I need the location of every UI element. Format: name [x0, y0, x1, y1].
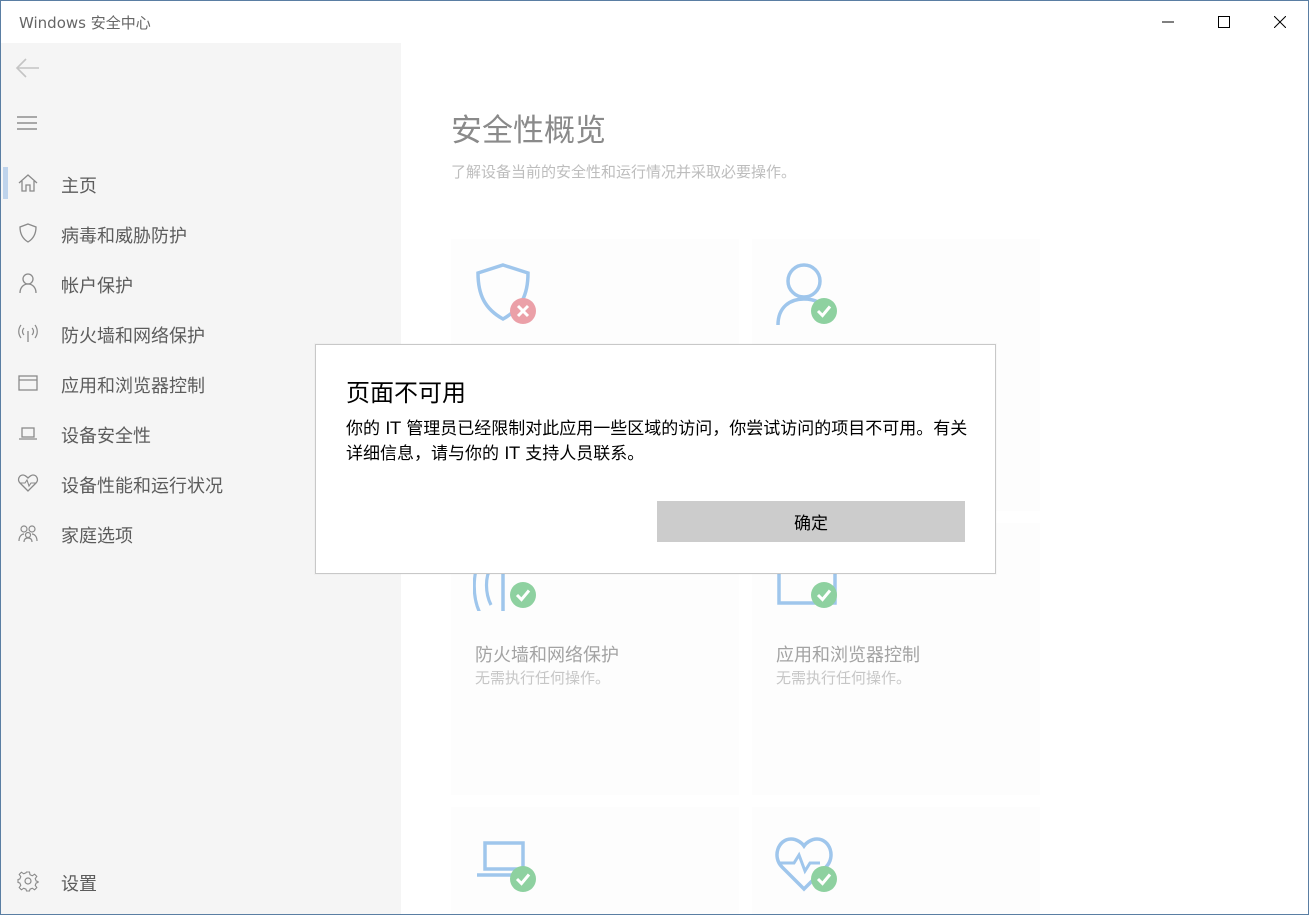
page-unavailable-dialog: 页面不可用 你的 IT 管理员已经限制对此应用一些区域的访问，你尝试访问的项目不… [315, 344, 996, 574]
sidebar-item-label: 设备性能和运行状况 [61, 476, 223, 497]
dialog-title: 页面不可用 [346, 379, 466, 407]
sidebar-item-label: 帐户保护 [61, 276, 133, 297]
sidebar-item-virus-protection[interactable]: 病毒和威胁防护 [1, 211, 401, 255]
sidebar-item-account-protection[interactable]: 帐户保护 [1, 261, 401, 305]
page-title: 安全性概览 [451, 113, 606, 149]
shield-error-icon [476, 263, 536, 324]
tile-status: 无需执行任何操作。 [776, 669, 912, 687]
heart-pulse-check-icon [775, 837, 837, 892]
sidebar-item-label: 设置 [61, 874, 97, 895]
minimize-icon [1162, 21, 1174, 23]
window-title: Windows 安全中心 [19, 14, 151, 32]
sidebar-item-label: 设备安全性 [61, 426, 151, 447]
shield-icon [19, 223, 37, 243]
maximize-icon [1218, 16, 1230, 28]
back-arrow-icon[interactable] [15, 57, 41, 79]
tile-title: 防火墙和网络保护 [475, 645, 619, 666]
sidebar-item-label: 家庭选项 [61, 526, 133, 547]
person-check-icon [776, 263, 837, 326]
close-icon [1274, 16, 1286, 28]
home-icon [18, 174, 38, 192]
sidebar-item-home[interactable]: 主页 [1, 161, 401, 205]
page-subtitle: 了解设备当前的安全性和运行情况并采取必要操作。 [451, 163, 797, 181]
tile-device-security[interactable] [451, 807, 739, 914]
sidebar-item-label: 病毒和威胁防护 [61, 226, 187, 247]
family-icon [18, 525, 38, 543]
laptop-icon [19, 427, 37, 440]
sidebar-item-label: 应用和浏览器控制 [61, 376, 205, 397]
maximize-button[interactable] [1196, 1, 1252, 43]
close-button[interactable] [1252, 1, 1308, 43]
dialog-message: 你的 IT 管理员已经限制对此应用一些区域的访问，你尝试访问的项目不可用。有关详… [346, 419, 968, 464]
sidebar-item-label: 防火墙和网络保护 [61, 326, 205, 347]
tile-status: 无需执行任何操作。 [475, 669, 611, 687]
tile-device-performance[interactable] [752, 807, 1040, 914]
person-icon [19, 273, 37, 294]
wireless-signal-icon [18, 324, 38, 342]
heart-pulse-icon [17, 474, 39, 492]
laptop-check-icon [477, 841, 536, 892]
sidebar-item-label: 主页 [61, 176, 97, 197]
sidebar-item-settings[interactable]: 设置 [1, 859, 401, 903]
gear-icon [17, 871, 39, 892]
tile-title: 应用和浏览器控制 [776, 645, 920, 666]
browser-window-icon [18, 375, 38, 391]
hamburger-menu-icon[interactable] [17, 115, 39, 131]
minimize-button[interactable] [1140, 1, 1196, 43]
app-window: Windows 安全中心 主页 病毒和威胁防护 帐户保护 防火墙和网络保护 应用… [0, 0, 1309, 915]
title-bar: Windows 安全中心 [1, 1, 1308, 43]
ok-button[interactable]: 确定 [657, 501, 965, 542]
